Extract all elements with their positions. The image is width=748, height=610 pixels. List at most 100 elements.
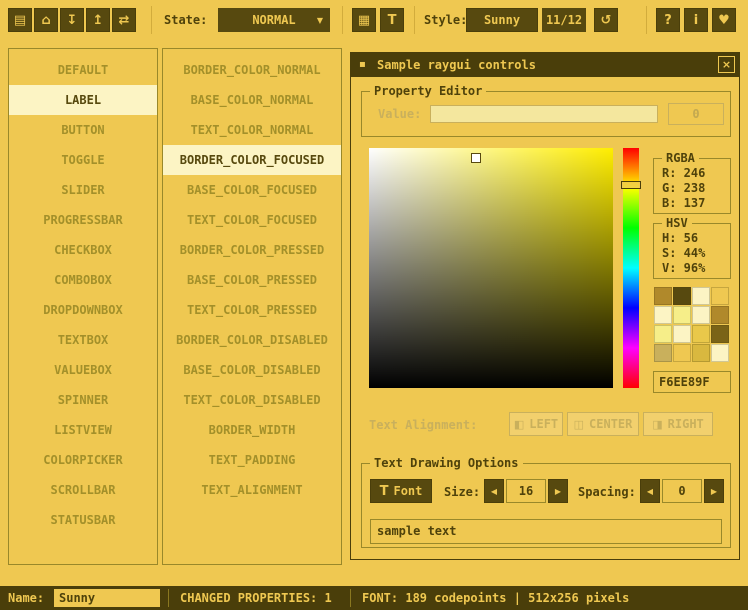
spacing-label: Spacing: [578,485,636,499]
color-swatch[interactable] [692,344,710,362]
list-item-valuebox[interactable]: VALUEBOX [9,355,157,385]
list-item-text_color_focused[interactable]: TEXT_COLOR_FOCUSED [163,205,341,235]
hue-bar[interactable] [623,148,639,388]
window-titlebar[interactable]: ▪ Sample raygui controls × [351,53,739,77]
align-right-label: RIGHT [668,417,704,431]
sponsor-button[interactable]: ♥ [712,8,736,32]
window-icon: ▪ [359,53,366,77]
list-item-border_color_focused[interactable]: BORDER_COLOR_FOCUSED [163,145,341,175]
help-button[interactable]: ? [656,8,680,32]
style-select-button[interactable]: Sunny [466,8,538,32]
font-button[interactable]: T Font [370,479,432,503]
spacing-value[interactable]: 0 [662,479,702,503]
list-item-listview[interactable]: LISTVIEW [9,415,157,445]
color-swatch[interactable] [673,325,691,343]
reload-style-button[interactable]: ↺ [594,8,618,32]
text-drawing-options-group: Text Drawing Options T Font Size: ◀ 16 ▶… [361,463,731,548]
color-swatch[interactable] [692,287,710,305]
size-decrement-button[interactable]: ◀ [484,479,504,503]
list-item-combobox[interactable]: COMBOBOX [9,265,157,295]
save-file-button[interactable]: ↧ [60,8,84,32]
export-file-button[interactable]: ↥ [86,8,110,32]
list-item-label[interactable]: LABEL [9,85,157,115]
color-swatch[interactable] [692,306,710,324]
style-table-button[interactable]: ▦ [352,8,376,32]
list-item-progressbar[interactable]: PROGRESSBAR [9,205,157,235]
list-item-text_color_normal[interactable]: TEXT_COLOR_NORMAL [163,115,341,145]
list-item-button[interactable]: BUTTON [9,115,157,145]
list-item-border_color_disabled[interactable]: BORDER_COLOR_DISABLED [163,325,341,355]
random-style-button[interactable]: ⇄ [112,8,136,32]
list-item-dropdownbox[interactable]: DROPDOWNBOX [9,295,157,325]
chevron-down-icon: ▼ [317,9,323,33]
list-item-scrollbar[interactable]: SCROLLBAR [9,475,157,505]
changed-properties-status: CHANGED PROPERTIES: 1 [180,586,332,610]
list-item-toggle[interactable]: TOGGLE [9,145,157,175]
list-item-base_color_disabled[interactable]: BASE_COLOR_DISABLED [163,355,341,385]
export-icon: ↥ [93,13,104,28]
font-atlas-button[interactable]: T [380,8,404,32]
color-swatch[interactable] [711,325,729,343]
rgba-b-value: B: 137 [654,196,730,211]
toolbar-divider [646,6,647,34]
list-item-default[interactable]: DEFAULT [9,55,157,85]
folder-open-icon: ⌂ [41,13,50,28]
align-left-button[interactable]: ◧ LEFT [509,412,563,436]
color-swatch[interactable] [654,306,672,324]
align-center-button[interactable]: ◫ CENTER [567,412,639,436]
hex-color-input[interactable]: F6EE89F [653,371,731,393]
color-swatch[interactable] [654,344,672,362]
list-item-statusbar[interactable]: STATUSBAR [9,505,157,535]
value-box[interactable]: 0 [668,103,724,125]
property-editor-group: Property Editor Value: 0 [361,91,731,137]
color-swatch[interactable] [692,325,710,343]
list-item-slider[interactable]: SLIDER [9,175,157,205]
color-picker-cursor[interactable] [471,153,481,163]
hue-cursor[interactable] [621,181,641,189]
color-picker-panel[interactable] [369,148,613,388]
new-file-button[interactable]: ▤ [8,8,32,32]
list-item-text_padding[interactable]: TEXT_PADDING [163,445,341,475]
list-item-border_color_normal[interactable]: BORDER_COLOR_NORMAL [163,55,341,85]
color-swatch[interactable] [673,306,691,324]
value-slider[interactable] [430,105,658,123]
color-swatch[interactable] [673,344,691,362]
color-swatch[interactable] [673,287,691,305]
font-info-status: FONT: 189 codepoints | 512x256 pixels [362,586,629,610]
list-item-text_color_pressed[interactable]: TEXT_COLOR_PRESSED [163,295,341,325]
file-new-icon: ▤ [14,13,26,28]
state-dropdown[interactable]: NORMAL ▼ [218,8,330,32]
color-swatch[interactable] [711,344,729,362]
spacing-decrement-button[interactable]: ◀ [640,479,660,503]
list-item-border_width[interactable]: BORDER_WIDTH [163,415,341,445]
color-swatch[interactable] [711,306,729,324]
hsv-group: HSV H: 56 S: 44% V: 96% [653,223,731,279]
color-swatch[interactable] [654,325,672,343]
rgba-group: RGBA R: 246 G: 238 B: 137 [653,158,731,214]
align-right-button[interactable]: ◨ RIGHT [643,412,713,436]
list-item-colorpicker[interactable]: COLORPICKER [9,445,157,475]
list-item-textbox[interactable]: TEXTBOX [9,325,157,355]
open-file-button[interactable]: ⌂ [34,8,58,32]
info-button[interactable]: i [684,8,708,32]
close-button[interactable]: × [718,56,735,73]
list-item-base_color_normal[interactable]: BASE_COLOR_NORMAL [163,85,341,115]
list-item-text_alignment[interactable]: TEXT_ALIGNMENT [163,475,341,505]
size-increment-button[interactable]: ▶ [548,479,568,503]
value-label: Value: [378,107,421,121]
toolbar-divider [342,6,343,34]
list-item-base_color_pressed[interactable]: BASE_COLOR_PRESSED [163,265,341,295]
size-value[interactable]: 16 [506,479,546,503]
list-item-text_color_disabled[interactable]: TEXT_COLOR_DISABLED [163,385,341,415]
spacing-increment-button[interactable]: ▶ [704,479,724,503]
list-item-border_color_pressed[interactable]: BORDER_COLOR_PRESSED [163,235,341,265]
color-swatch[interactable] [711,287,729,305]
help-icon: ? [664,13,672,28]
toolbar-divider [151,6,152,34]
list-item-base_color_focused[interactable]: BASE_COLOR_FOCUSED [163,175,341,205]
list-item-checkbox[interactable]: CHECKBOX [9,235,157,265]
color-swatch[interactable] [654,287,672,305]
style-name-input[interactable]: Sunny [54,589,160,607]
sample-text-input[interactable]: sample text [370,519,722,544]
list-item-spinner[interactable]: SPINNER [9,385,157,415]
